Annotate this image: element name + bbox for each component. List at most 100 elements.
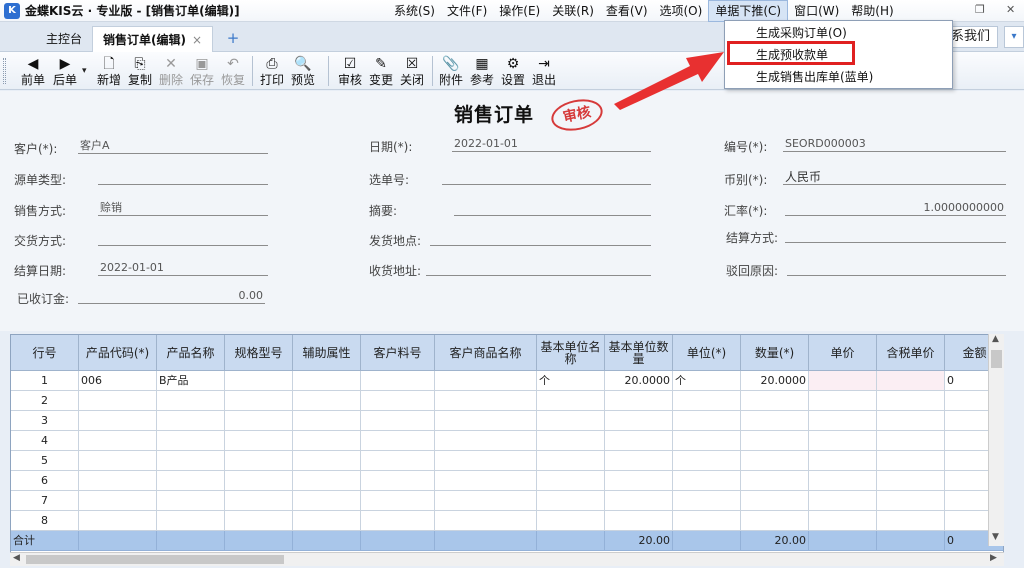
table-cell[interactable] bbox=[435, 431, 537, 451]
table-cell[interactable] bbox=[79, 471, 157, 491]
menu-view[interactable]: 查看(V) bbox=[600, 0, 654, 22]
table-cell[interactable] bbox=[673, 491, 741, 511]
table-cell[interactable] bbox=[605, 431, 673, 451]
menu-system[interactable]: 系统(S) bbox=[388, 0, 441, 22]
table-cell[interactable] bbox=[293, 411, 361, 431]
table-cell[interactable]: 20.0000 bbox=[605, 371, 673, 391]
table-cell[interactable] bbox=[435, 511, 537, 531]
table-cell[interactable] bbox=[361, 451, 435, 471]
table-cell[interactable] bbox=[361, 411, 435, 431]
table-cell[interactable] bbox=[537, 431, 605, 451]
table-cell[interactable] bbox=[809, 451, 877, 471]
settle-method-field[interactable] bbox=[785, 227, 1006, 243]
table-cell[interactable] bbox=[361, 531, 435, 551]
table-cell[interactable] bbox=[877, 451, 945, 471]
reject-reason-field[interactable] bbox=[787, 260, 1006, 276]
table-cell[interactable] bbox=[741, 431, 809, 451]
table-cell[interactable] bbox=[809, 391, 877, 411]
table-cell[interactable]: 20.0000 bbox=[741, 371, 809, 391]
change-button[interactable]: ✎ 变更 bbox=[366, 55, 396, 89]
column-header[interactable]: 单位(*) bbox=[673, 335, 741, 371]
column-header[interactable]: 单价 bbox=[809, 335, 877, 371]
column-header[interactable]: 行号 bbox=[11, 335, 79, 371]
table-cell[interactable] bbox=[605, 491, 673, 511]
settings-button[interactable]: ⚙ 设置 bbox=[498, 55, 528, 89]
table-cell[interactable] bbox=[673, 471, 741, 491]
table-cell[interactable]: 006 bbox=[79, 371, 157, 391]
copy-button[interactable]: ⎘ 复制 bbox=[125, 55, 155, 89]
tab-sales-order[interactable]: 销售订单(编辑) × bbox=[92, 26, 214, 52]
column-header[interactable]: 产品代码(*) bbox=[79, 335, 157, 371]
table-cell[interactable] bbox=[605, 511, 673, 531]
add-tab-icon[interactable]: + bbox=[224, 29, 242, 47]
table-cell[interactable] bbox=[361, 371, 435, 391]
column-header[interactable]: 基本单位数量 bbox=[605, 335, 673, 371]
attachment-button[interactable]: 📎 附件 bbox=[436, 55, 466, 89]
customer-field[interactable]: 客户A bbox=[78, 138, 268, 154]
restore-window-icon[interactable]: ❐ bbox=[975, 3, 985, 16]
table-cell[interactable] bbox=[293, 511, 361, 531]
table-cell[interactable] bbox=[435, 491, 537, 511]
close-window-icon[interactable]: ✕ bbox=[1006, 3, 1015, 16]
scroll-up-icon[interactable]: ▲ bbox=[992, 334, 999, 344]
table-cell[interactable] bbox=[605, 411, 673, 431]
save-button[interactable]: ▣ 保存 bbox=[187, 55, 217, 89]
delete-button[interactable]: ✕ 删除 bbox=[156, 55, 186, 89]
table-cell[interactable] bbox=[79, 411, 157, 431]
table-cell[interactable]: 个 bbox=[537, 371, 605, 391]
column-header[interactable]: 含税单价 bbox=[877, 335, 945, 371]
table-cell[interactable]: B产品 bbox=[157, 371, 225, 391]
table-cell[interactable] bbox=[877, 491, 945, 511]
table-cell[interactable] bbox=[537, 411, 605, 431]
table-cell[interactable] bbox=[605, 471, 673, 491]
reference-button[interactable]: ▦ 参考 bbox=[467, 55, 497, 89]
scroll-down-icon[interactable]: ▼ bbox=[992, 532, 999, 542]
table-cell[interactable] bbox=[361, 491, 435, 511]
next-button[interactable]: ▶ 后单 bbox=[50, 55, 80, 89]
table-cell[interactable] bbox=[79, 491, 157, 511]
table-cell[interactable] bbox=[809, 431, 877, 451]
summary-field[interactable] bbox=[454, 200, 651, 216]
column-header[interactable]: 客户商品名称 bbox=[435, 335, 537, 371]
table-cell[interactable] bbox=[435, 371, 537, 391]
table-cell[interactable] bbox=[225, 471, 293, 491]
column-header[interactable]: 数量(*) bbox=[741, 335, 809, 371]
number-field[interactable]: SEORD000003 bbox=[783, 136, 1006, 152]
rate-field[interactable]: 1.0000000000 bbox=[785, 200, 1006, 216]
table-cell[interactable] bbox=[605, 451, 673, 471]
table-cell[interactable] bbox=[741, 511, 809, 531]
currency-field[interactable]: 人民币 bbox=[783, 169, 1006, 185]
table-cell[interactable] bbox=[435, 471, 537, 491]
table-cell[interactable] bbox=[809, 371, 877, 391]
table-cell[interactable] bbox=[79, 451, 157, 471]
table-cell[interactable] bbox=[157, 491, 225, 511]
table-cell[interactable] bbox=[605, 391, 673, 411]
table-cell[interactable] bbox=[157, 411, 225, 431]
toolbar-grip[interactable] bbox=[3, 58, 6, 84]
table-cell[interactable] bbox=[537, 531, 605, 551]
close-doc-button[interactable]: ☒ 关闭 bbox=[397, 55, 427, 89]
vertical-scroll-thumb[interactable] bbox=[991, 350, 1002, 368]
menu-window[interactable]: 窗口(W) bbox=[788, 0, 845, 22]
column-header[interactable]: 规格型号 bbox=[225, 335, 293, 371]
table-cell[interactable] bbox=[809, 471, 877, 491]
table-cell[interactable] bbox=[673, 431, 741, 451]
table-cell[interactable] bbox=[877, 511, 945, 531]
settle-date-field[interactable]: 2022-01-01 bbox=[98, 260, 268, 276]
table-cell[interactable] bbox=[293, 471, 361, 491]
table-cell[interactable] bbox=[157, 471, 225, 491]
table-cell[interactable] bbox=[741, 411, 809, 431]
scroll-right-icon[interactable]: ▶ bbox=[990, 553, 997, 563]
table-cell[interactable] bbox=[877, 471, 945, 491]
sale-method-field[interactable]: 赊销 bbox=[98, 200, 268, 216]
preview-button[interactable]: 🔍 预览 bbox=[288, 55, 318, 89]
receive-address-field[interactable] bbox=[426, 260, 651, 276]
table-cell[interactable] bbox=[361, 391, 435, 411]
table-cell[interactable] bbox=[809, 511, 877, 531]
table-cell[interactable] bbox=[225, 411, 293, 431]
table-cell[interactable] bbox=[673, 411, 741, 431]
table-cell[interactable] bbox=[877, 411, 945, 431]
table-cell[interactable] bbox=[157, 391, 225, 411]
restore-button[interactable]: ↶ 恢复 bbox=[218, 55, 248, 89]
table-cell[interactable] bbox=[293, 431, 361, 451]
